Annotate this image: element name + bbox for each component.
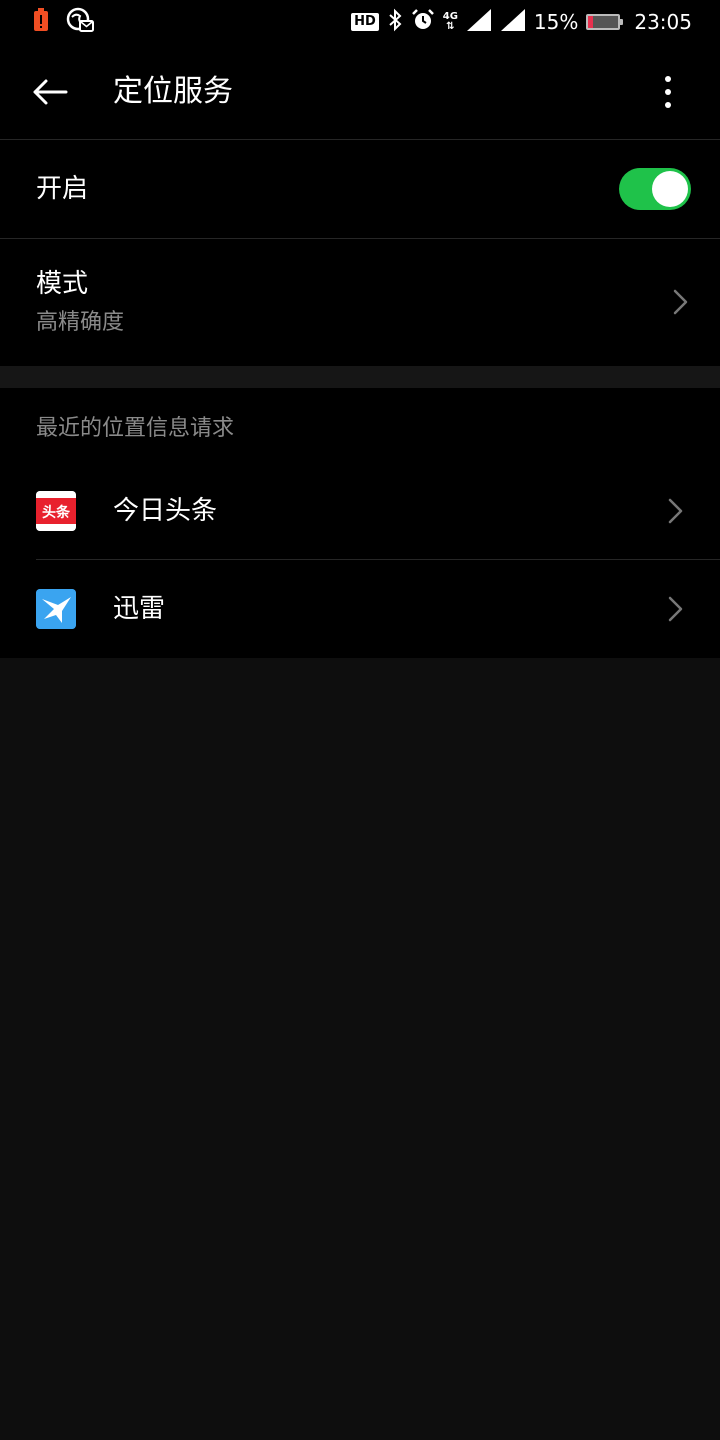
- mode-row[interactable]: 模式 高精确度: [0, 239, 720, 366]
- globe-message-icon: [66, 7, 94, 37]
- status-bar: HD 4G ⇅ 15% 23:05: [0, 0, 720, 44]
- list-item-app-xunlei[interactable]: 迅雷: [0, 560, 720, 658]
- enable-label: 开启: [36, 174, 89, 204]
- back-button[interactable]: [24, 66, 76, 118]
- location-toggle-switch[interactable]: [619, 168, 691, 210]
- network-4g-indicator: 4G ⇅: [442, 11, 458, 32]
- page-title: 定位服务: [113, 74, 233, 109]
- signal-strength-icon-2: [500, 8, 526, 36]
- bluetooth-icon: [387, 8, 403, 36]
- battery-percent: 15%: [533, 10, 579, 34]
- app-bar: 定位服务: [0, 44, 720, 140]
- recent-requests-header: 最近的位置信息请求: [36, 416, 235, 441]
- alarm-icon: [411, 8, 435, 36]
- mode-value: 高精确度: [36, 310, 125, 335]
- section-separator: [0, 366, 720, 388]
- more-options-button[interactable]: [642, 66, 694, 118]
- back-arrow-icon: [33, 79, 68, 105]
- location-toggle-row[interactable]: 开启: [0, 140, 720, 238]
- clock: 23:05: [634, 10, 692, 34]
- status-bar-left: [32, 7, 94, 37]
- chevron-right-icon: [668, 596, 683, 622]
- data-arrows-icon: ⇅: [446, 21, 455, 32]
- battery-level-fill: [588, 16, 593, 28]
- chevron-right-icon: [673, 289, 688, 315]
- battery-icon: [586, 14, 624, 30]
- toutiao-icon-text: 头条: [42, 504, 71, 521]
- toutiao-icon: 头条: [36, 491, 76, 531]
- more-vert-icon: [665, 76, 671, 108]
- signal-strength-icon: [466, 8, 492, 36]
- mode-label: 模式: [36, 269, 89, 299]
- location-services-screen: HD 4G ⇅ 15% 23:05 定位服务 开启 模式 高精确度 最近的位置信…: [0, 0, 720, 1440]
- status-bar-right: HD 4G ⇅ 15% 23:05: [351, 6, 692, 38]
- hd-voice-badge: HD: [351, 13, 379, 31]
- xunlei-bird-icon: [36, 589, 76, 629]
- chevron-right-icon: [668, 498, 683, 524]
- list-item-app-toutiao[interactable]: 头条 今日头条: [0, 462, 720, 559]
- toggle-knob: [652, 171, 688, 207]
- app-name: 迅雷: [113, 594, 166, 624]
- battery-alert-icon: [32, 8, 50, 36]
- app-name: 今日头条: [113, 496, 218, 526]
